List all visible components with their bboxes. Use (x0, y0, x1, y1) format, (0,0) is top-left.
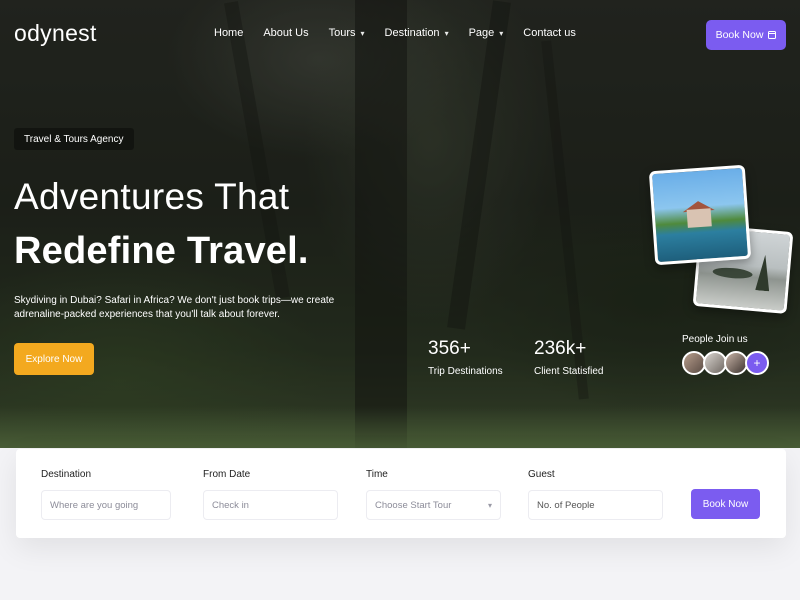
nav-item-page[interactable]: Page ▾ (469, 27, 504, 39)
hero-title-line2: Redefine Travel. (14, 230, 309, 272)
destination-input-box[interactable] (41, 490, 171, 520)
booking-search-bar: Destination From Date Time Choose Start … (16, 449, 786, 538)
check-in-input[interactable] (212, 499, 329, 511)
main-menu: Home About Us Tours ▾ Destination ▾ Page ▾ … (214, 27, 596, 39)
nav-item-tours[interactable]: Tours ▾ (329, 27, 365, 39)
field-label: Time (366, 469, 388, 480)
hero-description: Skydiving in Dubai? Safari in Africa? We… (14, 295, 335, 320)
nav-item-label: Home (214, 27, 244, 39)
nav-item-destination[interactable]: Destination ▾ (385, 27, 449, 39)
book-now-label: Book Now (715, 29, 764, 41)
stat-number: 356+ (428, 338, 471, 359)
nav-item-contact[interactable]: Contact us (523, 27, 576, 39)
people-join-label: People Join us (682, 334, 748, 345)
stat-trip-destinations: 356+ Trip Destinations (428, 338, 503, 377)
stat-clients: 236k+ Client Statisfied (534, 338, 603, 377)
explore-now-button[interactable]: Explore Now (14, 343, 94, 375)
stat-label: Trip Destinations (428, 366, 503, 377)
chevron-down-icon: ▾ (487, 500, 492, 510)
nav-item-about[interactable]: About Us (263, 27, 308, 39)
castle-photo (648, 164, 752, 266)
chevron-down-icon: ▾ (444, 28, 449, 38)
field-label: Destination (41, 469, 92, 480)
stat-number: 236k+ (534, 338, 587, 359)
tagline-text: Travel & Tours Agency (24, 133, 124, 145)
field-label: Guest (528, 469, 555, 480)
nav-item-label: Page (468, 27, 495, 39)
nav-item-label: Destination (384, 27, 440, 39)
chevron-down-icon: ▾ (499, 28, 504, 38)
top-navbar: odynest Home About Us Tours ▾ Destination… (0, 0, 800, 68)
destination-input[interactable] (50, 499, 162, 511)
book-now-header-button[interactable]: Book Now (706, 20, 786, 50)
field-label: From Date (203, 469, 251, 480)
calendar-icon (768, 31, 777, 39)
guest-input[interactable] (537, 499, 654, 511)
guest-input-box[interactable] (528, 490, 663, 520)
hero-title-line1: Adventures That (14, 176, 290, 217)
time-select-value: Choose Start Tour (375, 499, 452, 511)
hero-tagline-badge: Travel & Tours Agency (14, 128, 134, 150)
nav-item-home[interactable]: Home (214, 27, 243, 39)
stat-label: Client Statisfied (534, 366, 604, 377)
time-select[interactable]: Choose Start Tour ▾ (366, 490, 501, 520)
check-in-input-box[interactable] (203, 490, 338, 520)
add-more-avatar-button[interactable]: + (745, 351, 769, 375)
nav-item-label: Contact us (523, 27, 576, 39)
nav-item-label: About Us (263, 27, 309, 39)
chevron-down-icon: ▾ (360, 28, 365, 38)
nav-item-label: Tours (328, 27, 356, 39)
avatar-group: + (682, 351, 769, 375)
brand-logo[interactable]: odynest (14, 20, 97, 47)
book-now-submit-button[interactable]: Book Now (691, 489, 760, 519)
